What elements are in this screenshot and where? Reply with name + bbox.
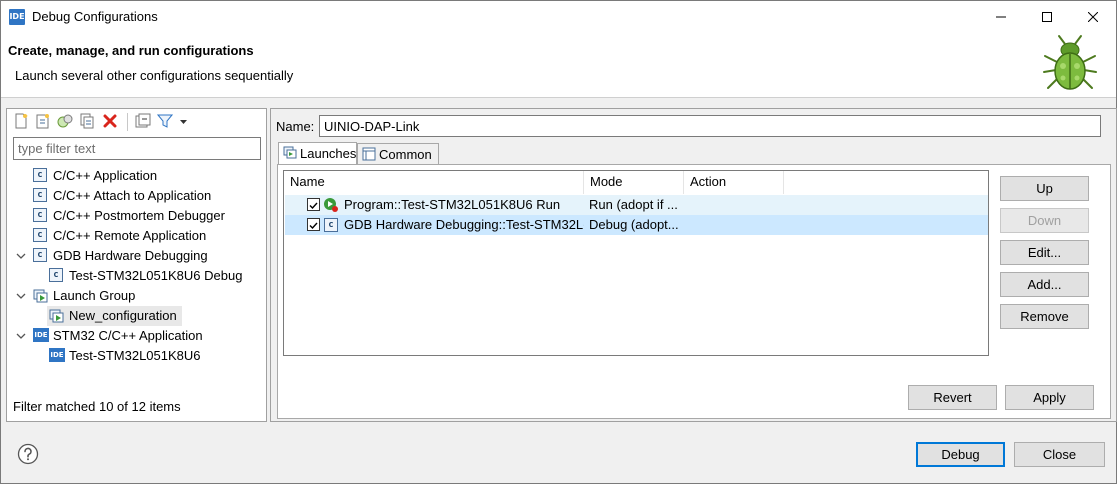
chevron-down-icon[interactable]: [15, 286, 27, 306]
window-title: Debug Configurations: [32, 9, 158, 24]
dropdown-arrow-icon[interactable]: [179, 113, 189, 129]
tree-item-cpp-postmortem[interactable]: c C/C++ Postmortem Debugger: [31, 206, 261, 226]
new-config-icon[interactable]: [13, 113, 29, 129]
apply-button[interactable]: Apply: [1005, 385, 1094, 410]
row-checkbox[interactable]: [307, 218, 320, 231]
tree-item-label: C/C++ Attach to Application: [53, 188, 212, 203]
column-header-name[interactable]: Name: [284, 171, 584, 194]
dialog-window: IDE Debug Configurations Create, manage,…: [0, 0, 1117, 484]
tree-item-label: C/C++ Application: [53, 168, 158, 183]
c-icon: c: [33, 168, 47, 182]
toolbar-separator: [127, 113, 128, 131]
filter-input[interactable]: [13, 137, 261, 160]
duplicate-icon[interactable]: [79, 113, 95, 129]
check-icon: [309, 222, 318, 230]
tree-item-label: New_configuration: [69, 308, 177, 323]
tree-toolbar: [7, 109, 266, 135]
help-icon[interactable]: [17, 443, 39, 465]
c-icon: c: [33, 228, 47, 242]
launches-tab-icon: [283, 146, 297, 159]
row-name: GDB Hardware Debugging::Test-STM32L(: [344, 217, 584, 232]
launch-group-icon: [33, 289, 48, 303]
maximize-button[interactable]: [1024, 1, 1070, 32]
tree-item-label: C/C++ Remote Application: [53, 228, 207, 243]
launch-group-icon: [49, 309, 64, 323]
chevron-down-icon[interactable]: [15, 246, 27, 266]
new-prototype-icon[interactable]: [35, 113, 51, 129]
tree-item-label: STM32 C/C++ Application: [53, 328, 203, 343]
row-checkbox[interactable]: [307, 198, 320, 211]
tree-item-gdb-test-debug[interactable]: c Test-STM32L051K8U6 Debug: [47, 266, 261, 286]
down-button[interactable]: Down: [1000, 208, 1089, 233]
app-icon: IDE: [9, 9, 25, 25]
tree-item-cpp-attach[interactable]: c C/C++ Attach to Application: [31, 186, 261, 206]
tree-item-label: C/C++ Postmortem Debugger: [53, 208, 225, 223]
tree-item-cpp-application[interactable]: c C/C++ Application: [31, 166, 261, 186]
edit-button[interactable]: Edit...: [1000, 240, 1089, 265]
row-action: [689, 215, 783, 235]
tree-item-label: Test-STM32L051K8U6: [69, 348, 201, 363]
row-name: Program::Test-STM32L051K8U6 Run: [344, 197, 561, 212]
up-button[interactable]: Up: [1000, 176, 1089, 201]
title-bar: IDE Debug Configurations: [1, 1, 1116, 32]
tree-item-label: Test-STM32L051K8U6 Debug: [69, 268, 243, 283]
tree-item-stm32-application[interactable]: IDE STM32 C/C++ Application: [15, 326, 261, 346]
column-header-mode[interactable]: Mode: [584, 171, 684, 194]
config-editor-panel: Name: Launches Common Name Mode Action: [270, 108, 1117, 422]
launches-tab-content: Name Mode Action Program::Test-STM32L051…: [277, 164, 1111, 419]
banner-message: Launch several other configurations sequ…: [15, 68, 294, 83]
header-banner: Create, manage, and run configurations L…: [1, 32, 1116, 98]
tab-label: Launches: [300, 146, 357, 161]
column-header-action[interactable]: Action: [684, 171, 784, 194]
name-label: Name:: [276, 119, 315, 134]
run-config-icon: [324, 198, 338, 212]
add-button[interactable]: Add...: [1000, 272, 1089, 297]
ide-icon: IDE: [33, 328, 49, 342]
minimize-button[interactable]: [978, 1, 1024, 32]
filter-status-text: Filter matched 10 of 12 items: [13, 399, 181, 414]
collapse-all-icon[interactable]: [135, 113, 151, 129]
tree-item-stm32-test[interactable]: IDE Test-STM32L051K8U6: [47, 346, 261, 366]
tree-item-label: GDB Hardware Debugging: [53, 248, 208, 263]
check-icon: [309, 202, 318, 210]
remove-button[interactable]: Remove: [1000, 304, 1089, 329]
debug-button[interactable]: Debug: [916, 442, 1005, 467]
ide-icon: IDE: [49, 348, 65, 362]
tree-item-cpp-remote[interactable]: c C/C++ Remote Application: [31, 226, 261, 246]
revert-button[interactable]: Revert: [908, 385, 997, 410]
row-action: [689, 195, 783, 215]
table-row[interactable]: c GDB Hardware Debugging::Test-STM32L( D…: [285, 215, 988, 235]
close-button[interactable]: Close: [1014, 442, 1105, 467]
tree-item-label: Launch Group: [53, 288, 136, 303]
tab-launches[interactable]: Launches: [278, 142, 357, 165]
chevron-down-icon[interactable]: [15, 326, 27, 346]
config-tree-panel: c C/C++ Application c C/C++ Attach to Ap…: [6, 108, 267, 422]
c-icon: c: [33, 208, 47, 222]
close-window-button[interactable]: [1070, 1, 1116, 32]
export-icon[interactable]: [57, 113, 73, 129]
close-icon: [1088, 11, 1098, 22]
tab-common[interactable]: Common: [357, 143, 439, 165]
row-mode: Debug (adopt...: [589, 217, 679, 232]
row-mode: Run (adopt if ...: [589, 197, 678, 212]
delete-icon[interactable]: [102, 113, 118, 129]
c-icon: c: [33, 248, 47, 262]
c-icon: c: [33, 188, 47, 202]
common-tab-icon: [362, 147, 376, 161]
maximize-icon: [1042, 11, 1052, 22]
minimize-icon: [996, 16, 1006, 17]
filter-icon[interactable]: [157, 113, 173, 129]
c-icon: c: [324, 218, 338, 232]
tree-item-gdb-hardware[interactable]: c GDB Hardware Debugging: [15, 246, 261, 266]
banner-title: Create, manage, and run configurations: [8, 43, 254, 58]
table-row[interactable]: Program::Test-STM32L051K8U6 Run Run (ado…: [285, 195, 988, 215]
c-icon: c: [49, 268, 63, 282]
launch-table[interactable]: Name Mode Action Program::Test-STM32L051…: [283, 170, 989, 356]
bug-icon: [1043, 35, 1097, 90]
config-name-input[interactable]: [319, 115, 1101, 137]
tree-item-new-configuration[interactable]: New_configuration: [47, 306, 182, 326]
tree-item-launch-group[interactable]: Launch Group: [15, 286, 261, 306]
tab-label: Common: [379, 147, 432, 162]
